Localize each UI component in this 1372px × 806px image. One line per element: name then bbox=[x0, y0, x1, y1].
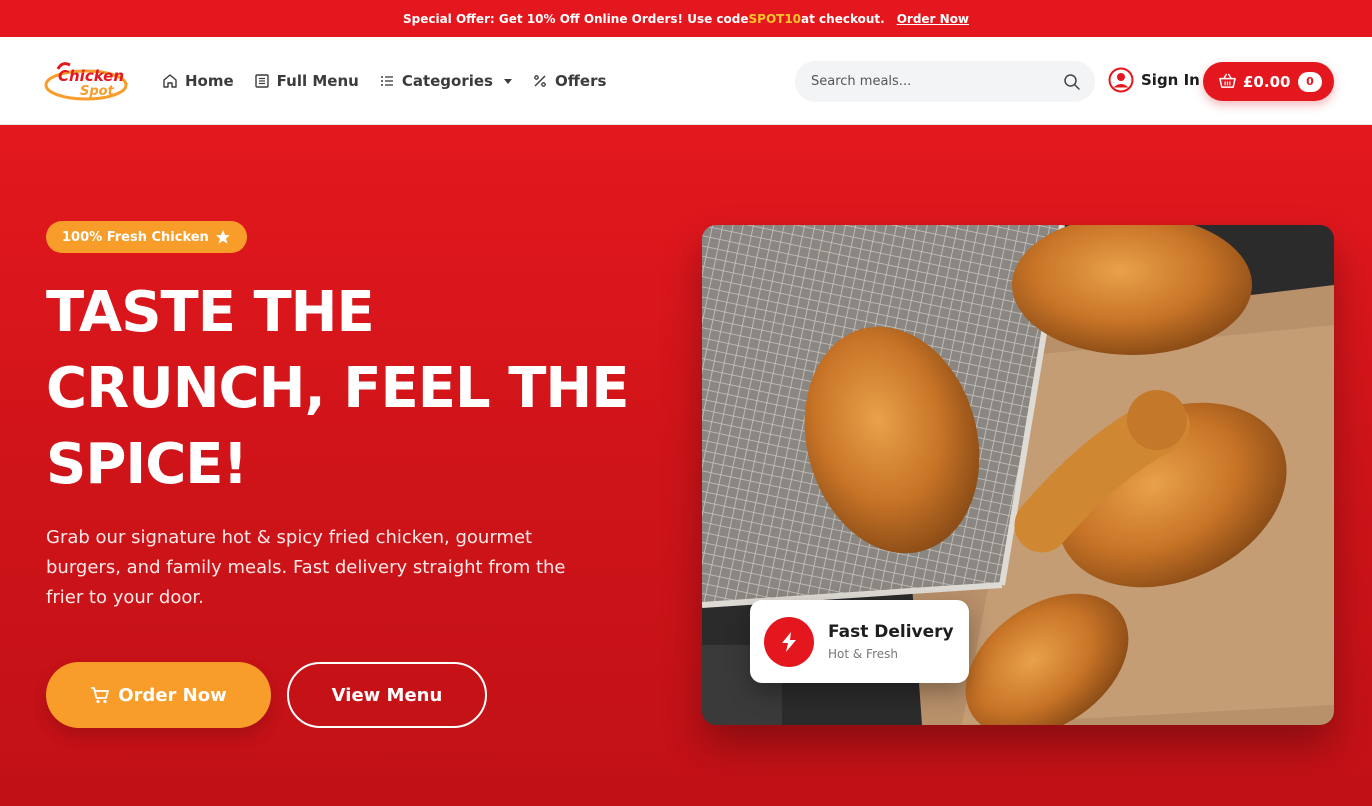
nav-categories-label: Categories bbox=[401, 72, 493, 90]
cart-icon bbox=[91, 687, 110, 704]
fast-delivery-subtitle: Hot & Fresh bbox=[828, 647, 898, 661]
promo-text-end: at checkout. bbox=[801, 11, 885, 26]
logo-text-chicken: Chicken bbox=[58, 67, 124, 85]
cart-total: £0.00 bbox=[1243, 72, 1291, 91]
logo-text-spot: Spot bbox=[80, 84, 115, 99]
search-icon[interactable] bbox=[1063, 73, 1081, 91]
lightning-icon bbox=[764, 616, 814, 667]
cart-button[interactable]: £0.00 0 bbox=[1203, 62, 1334, 101]
promo-text: Special Offer: Get 10% Off Online Orders… bbox=[402, 11, 749, 26]
star-icon bbox=[215, 230, 230, 244]
fast-delivery-card: Fast Delivery Hot & Fresh bbox=[750, 600, 969, 683]
promo-order-now-link[interactable]: Order Now bbox=[897, 12, 969, 26]
sign-in-button[interactable]: Sign In bbox=[1108, 67, 1200, 93]
hero-subtext: Grab our signature hot & spicy fried chi… bbox=[46, 527, 566, 608]
logo[interactable]: Chicken Spot bbox=[44, 59, 130, 103]
promo-code: SPOT10 bbox=[748, 11, 802, 26]
order-now-button[interactable]: Order Now bbox=[46, 662, 271, 728]
chevron-down-icon bbox=[504, 78, 512, 84]
cart-count-badge: 0 bbox=[1298, 71, 1322, 92]
main-nav: Home Full Menu Categories Offers bbox=[162, 37, 606, 125]
fresh-badge: 100% Fresh Chicken bbox=[46, 221, 247, 253]
search-bar bbox=[795, 61, 1095, 102]
search-input[interactable] bbox=[811, 74, 1063, 89]
nav-home[interactable]: Home bbox=[162, 72, 234, 90]
promo-banner: Special Offer: Get 10% Off Online Orders… bbox=[0, 0, 1372, 37]
logo-mark: Chicken Spot bbox=[44, 62, 128, 101]
nav-full-menu-label: Full Menu bbox=[276, 72, 359, 90]
fresh-badge-label: 100% Fresh Chicken bbox=[62, 229, 209, 245]
basket-icon bbox=[1219, 73, 1236, 88]
nav-offers[interactable]: Offers bbox=[532, 72, 606, 90]
navbar: Chicken Spot Home Full Menu Categories O… bbox=[0, 37, 1372, 125]
percent-icon bbox=[534, 75, 546, 87]
nav-home-label: Home bbox=[185, 72, 234, 90]
nav-categories[interactable]: Categories bbox=[379, 72, 512, 90]
nav-full-menu[interactable]: Full Menu bbox=[254, 72, 359, 90]
nav-offers-label: Offers bbox=[555, 72, 607, 90]
view-menu-button[interactable]: View Menu bbox=[287, 662, 487, 728]
user-avatar-icon bbox=[1108, 67, 1134, 93]
order-now-label: Order Now bbox=[118, 684, 227, 706]
hero-section: 100% Fresh Chicken TASTE THE CRUNCH, FEE… bbox=[0, 125, 1372, 806]
fast-delivery-text: Fast Delivery Hot & Fresh bbox=[828, 622, 954, 661]
view-menu-label: View Menu bbox=[331, 684, 443, 706]
home-icon bbox=[163, 74, 177, 88]
list-icon bbox=[380, 76, 393, 86]
hero-headline: TASTE THE CRUNCH, FEEL THE SPICE! bbox=[46, 280, 630, 497]
sign-in-label: Sign In bbox=[1141, 71, 1200, 89]
menu-book-icon bbox=[254, 74, 269, 88]
fast-delivery-title: Fast Delivery bbox=[828, 622, 954, 642]
